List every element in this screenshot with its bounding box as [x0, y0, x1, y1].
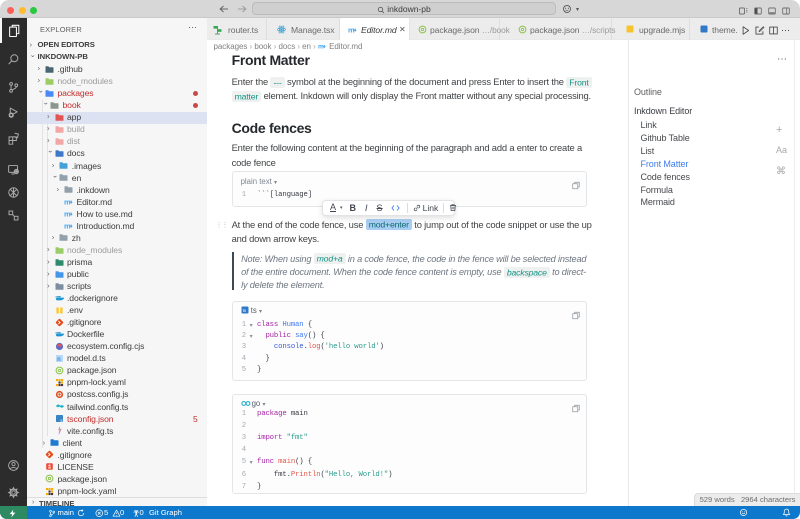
svg-text:m: m: [64, 210, 71, 219]
svg-text:m: m: [348, 25, 355, 34]
svg-text:m: m: [318, 43, 324, 49]
svg-text:n: n: [57, 357, 60, 363]
svg-text:m: m: [64, 222, 71, 231]
svg-text:m: m: [64, 198, 71, 207]
